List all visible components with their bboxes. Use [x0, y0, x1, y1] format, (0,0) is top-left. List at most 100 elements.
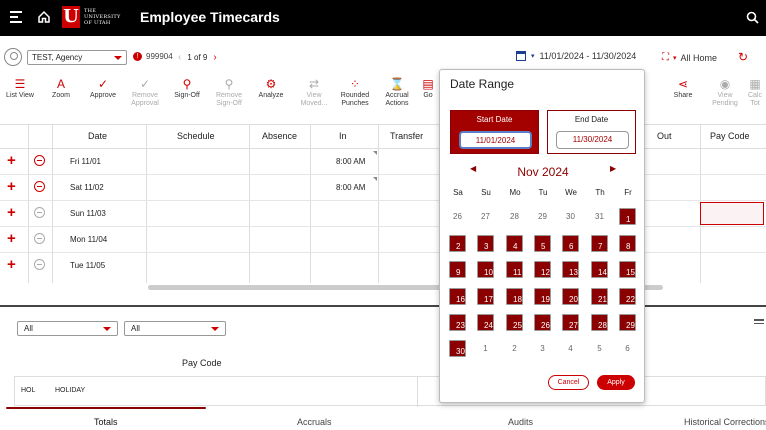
pay-code-cell-selected[interactable] — [700, 202, 764, 225]
tool-zoom[interactable]: A Zoom — [41, 76, 81, 100]
tool-go[interactable]: ▤ Go — [418, 76, 438, 100]
calendar-day-other-month[interactable]: 1 — [477, 340, 494, 357]
calendar-day-selected[interactable]: 18 — [506, 288, 523, 305]
calendar-day-other-month[interactable]: 28 — [506, 208, 523, 225]
tab-audits[interactable]: Audits — [508, 417, 533, 427]
calendar-day-other-month[interactable]: 31 — [591, 208, 608, 225]
tool-analyze[interactable]: ⚙ Analyze — [251, 76, 291, 100]
calendar-day-other-month[interactable]: 27 — [477, 208, 494, 225]
calendar-day-selected[interactable]: 27 — [562, 314, 579, 331]
apply-button[interactable]: Apply — [597, 375, 635, 390]
tool-approve[interactable]: ✓ Approve — [83, 76, 123, 100]
remove-row-icon[interactable] — [34, 181, 45, 192]
calendar-day-selected[interactable]: 10 — [477, 261, 494, 278]
calendar-day-selected[interactable]: 19 — [534, 288, 551, 305]
tool-share[interactable]: ⋖ Share — [663, 76, 703, 100]
add-row-icon[interactable]: + — [7, 231, 16, 246]
calendar-day-selected[interactable]: 3 — [477, 235, 494, 252]
calendar-day-selected[interactable]: 29 — [619, 314, 636, 331]
menu-icon[interactable] — [10, 11, 22, 23]
tool-remove-approval[interactable]: ✓ Remove Approval — [125, 76, 165, 108]
filter-select-2[interactable]: All — [124, 321, 226, 336]
tab-totals[interactable]: Totals — [94, 417, 118, 427]
calendar-day-selected[interactable]: 11 — [506, 261, 523, 278]
calendar-day-other-month[interactable]: 6 — [619, 340, 636, 357]
home-selector[interactable]: ⛶ ▾ All Home — [662, 52, 717, 63]
add-row-icon[interactable]: + — [7, 205, 16, 220]
header-pay-code[interactable]: Pay Code — [710, 131, 750, 141]
calendar-day-selected[interactable]: 21 — [591, 288, 608, 305]
calendar-day-selected[interactable]: 4 — [506, 235, 523, 252]
start-date-input[interactable]: 11/01/2024 — [459, 131, 532, 149]
tab-historical-corrections[interactable]: Historical Corrections — [684, 417, 766, 427]
calendar-day-selected[interactable]: 14 — [591, 261, 608, 278]
header-absence[interactable]: Absence — [262, 131, 297, 141]
calendar-day-selected[interactable]: 2 — [449, 235, 466, 252]
calendar-day-selected[interactable]: 1 — [619, 208, 636, 225]
in-punch-cell[interactable]: 8:00 AM — [336, 157, 365, 166]
tool-view-moved[interactable]: ⇄ View Moved... — [294, 76, 334, 108]
home-icon[interactable] — [37, 10, 51, 24]
avatar[interactable] — [4, 48, 22, 66]
calendar-day-selected[interactable]: 17 — [477, 288, 494, 305]
calendar-day-selected[interactable]: 23 — [449, 314, 466, 331]
next-month-icon[interactable]: ▶ — [610, 164, 616, 173]
header-date[interactable]: Date — [88, 131, 107, 141]
calendar-day-selected[interactable]: 6 — [562, 235, 579, 252]
remove-row-icon[interactable] — [34, 155, 45, 166]
add-row-icon[interactable]: + — [7, 179, 16, 194]
calendar-day-other-month[interactable]: 3 — [534, 340, 551, 357]
end-date-input[interactable]: 11/30/2024 — [556, 131, 629, 149]
add-row-icon[interactable]: + — [7, 257, 16, 272]
calendar-day-selected[interactable]: 20 — [562, 288, 579, 305]
tool-calc-totals[interactable]: ▦ Calc Tot — [744, 76, 766, 108]
calendar-day-selected[interactable]: 8 — [619, 235, 636, 252]
prev-employee-icon[interactable]: ‹ — [178, 52, 181, 63]
calendar-day-selected[interactable]: 9 — [449, 261, 466, 278]
calendar-day-other-month[interactable]: 5 — [591, 340, 608, 357]
calendar-day-other-month[interactable]: 30 — [562, 208, 579, 225]
calendar-day-selected[interactable]: 15 — [619, 261, 636, 278]
tool-list-view[interactable]: ☰ List View — [0, 76, 40, 100]
calendar-day-other-month[interactable]: 26 — [449, 208, 466, 225]
calendar-day-selected[interactable]: 16 — [449, 288, 466, 305]
header-in[interactable]: In — [339, 131, 347, 141]
header-schedule[interactable]: Schedule — [177, 131, 215, 141]
calendar-day-selected[interactable]: 30 — [449, 340, 466, 357]
calendar-day-other-month[interactable]: 2 — [506, 340, 523, 357]
chevron-down-icon: ▾ — [531, 53, 535, 60]
header-out[interactable]: Out — [657, 131, 672, 141]
search-icon[interactable] — [746, 11, 759, 24]
calendar-day-selected[interactable]: 7 — [591, 235, 608, 252]
tool-accrual-actions[interactable]: ⌛ Accrual Actions — [377, 76, 417, 108]
in-punch-cell[interactable]: 8:00 AM — [336, 183, 365, 192]
table-row: + Mon 11/04 — [0, 227, 766, 253]
calendar-day-selected[interactable]: 24 — [477, 314, 494, 331]
calendar-day-selected[interactable]: 12 — [534, 261, 551, 278]
calendar-day-selected[interactable]: 26 — [534, 314, 551, 331]
calendar-day-other-month[interactable]: 4 — [562, 340, 579, 357]
calendar-day-selected[interactable]: 5 — [534, 235, 551, 252]
calendar-day-other-month[interactable]: 29 — [534, 208, 551, 225]
start-date-box[interactable]: Start Date 11/01/2024 — [450, 110, 539, 154]
tool-rounded-punches[interactable]: ⁘ Rounded Punches — [335, 76, 375, 108]
add-row-icon[interactable]: + — [7, 153, 16, 168]
calendar-day-selected[interactable]: 28 — [591, 314, 608, 331]
next-employee-icon[interactable]: › — [213, 52, 216, 63]
calendar-day-selected[interactable]: 25 — [506, 314, 523, 331]
date-range-trigger[interactable]: ▾ 11/01/2024 - 11/30/2024 — [516, 51, 636, 61]
tool-remove-sign-off[interactable]: ⚲ Remove Sign-Off — [209, 76, 249, 108]
cancel-button[interactable]: Cancel — [548, 375, 589, 390]
panel-menu-icon[interactable] — [754, 319, 764, 326]
header-transfer[interactable]: Transfer — [390, 131, 423, 141]
calendar-day-selected[interactable]: 22 — [619, 288, 636, 305]
filter-select-1[interactable]: All — [17, 321, 118, 336]
tool-sign-off[interactable]: ⚲ Sign-Off — [167, 76, 207, 100]
calendar-day-selected[interactable]: 13 — [562, 261, 579, 278]
end-date-box[interactable]: End Date 11/30/2024 — [547, 110, 636, 154]
refresh-icon[interactable]: ↻ — [738, 50, 748, 64]
tab-accruals[interactable]: Accruals — [297, 417, 332, 427]
info-icon[interactable]: ! — [133, 52, 142, 61]
employee-select[interactable]: TEST, Agency — [27, 50, 127, 65]
tool-view-pending[interactable]: ◉ View Pending — [705, 76, 745, 108]
